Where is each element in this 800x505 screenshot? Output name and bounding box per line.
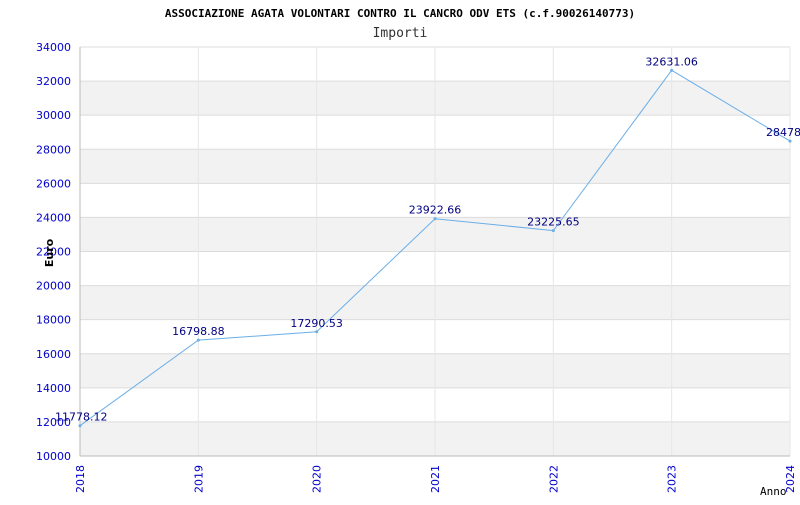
x-tick-label: 2019 xyxy=(192,465,205,493)
y-tick-label: 30000 xyxy=(36,109,71,122)
data-point xyxy=(315,330,319,334)
data-point xyxy=(670,68,674,72)
y-axis-label: Euro xyxy=(43,238,56,267)
data-point xyxy=(78,424,82,428)
y-tick-label: 34000 xyxy=(36,41,71,54)
data-point xyxy=(196,338,200,342)
chart-container: ASSOCIAZIONE AGATA VOLONTARI CONTRO IL C… xyxy=(0,0,800,500)
y-tick-label: 16000 xyxy=(36,348,71,361)
x-tick-labels: 2018 2019 2020 2021 2022 2023 2024 xyxy=(74,465,797,493)
data-point xyxy=(551,229,555,233)
y-tick-label: 26000 xyxy=(36,177,71,190)
line-chart: ASSOCIAZIONE AGATA VOLONTARI CONTRO IL C… xyxy=(36,7,800,498)
y-tick-label: 18000 xyxy=(36,314,71,327)
x-tick-label: 2020 xyxy=(311,465,324,493)
x-axis-label: Anno xyxy=(760,485,787,498)
data-label: 28478.27 xyxy=(766,126,800,139)
y-tick-label: 24000 xyxy=(36,211,71,224)
data-label: 23922.66 xyxy=(409,204,462,217)
data-label: 32631.06 xyxy=(645,55,698,68)
data-label: 11778.12 xyxy=(55,411,108,424)
x-tick-label: 2023 xyxy=(666,465,679,493)
x-tick-label: 2022 xyxy=(547,465,560,493)
data-label: 23225.65 xyxy=(527,216,580,229)
data-label: 17290.53 xyxy=(290,317,343,330)
x-tick-label: 2018 xyxy=(74,465,87,493)
y-tick-label: 14000 xyxy=(36,382,71,395)
chart-title: ASSOCIAZIONE AGATA VOLONTARI CONTRO IL C… xyxy=(165,7,635,20)
data-point xyxy=(433,217,437,221)
y-tick-label: 20000 xyxy=(36,280,71,293)
y-tick-label: 28000 xyxy=(36,143,71,156)
data-point xyxy=(788,139,792,143)
chart-subtitle: Importi xyxy=(373,26,428,41)
y-tick-label: 10000 xyxy=(36,450,71,463)
y-tick-label: 32000 xyxy=(36,75,71,88)
data-label: 16798.88 xyxy=(172,325,225,338)
x-tick-label: 2021 xyxy=(429,465,442,493)
